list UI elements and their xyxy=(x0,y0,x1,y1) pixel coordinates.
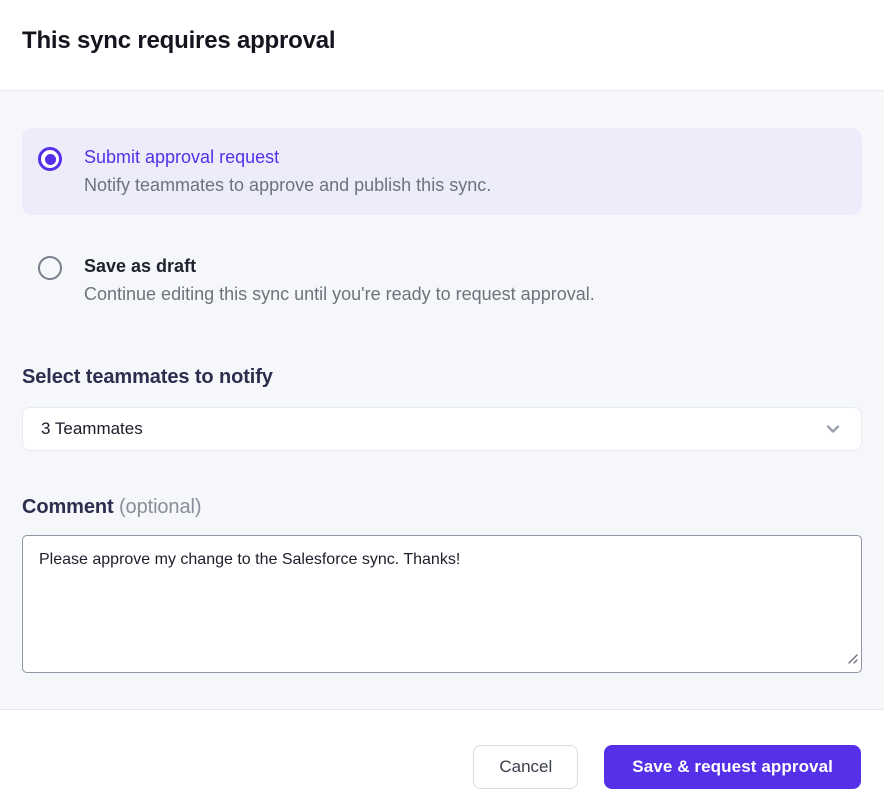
resize-handle-icon[interactable] xyxy=(845,651,859,670)
option-label: Submit approval request xyxy=(84,144,491,170)
option-label: Save as draft xyxy=(84,253,595,279)
comment-section-label: Comment (optional) xyxy=(22,494,862,520)
teammates-section-label: Select teammates to notify xyxy=(22,364,862,390)
comment-optional-text: (optional) xyxy=(119,496,201,518)
modal-footer: Cancel Save & request approval xyxy=(0,710,884,811)
option-description: Notify teammates to approve and publish … xyxy=(84,172,491,199)
modal-title: This sync requires approval xyxy=(22,25,862,57)
option-save-as-draft[interactable]: Save as draft Continue editing this sync… xyxy=(22,237,862,324)
radio-unselected-icon[interactable] xyxy=(38,256,62,280)
option-text: Submit approval request Notify teammates… xyxy=(84,144,491,199)
option-submit-approval-request[interactable]: Submit approval request Notify teammates… xyxy=(22,128,862,215)
option-description: Continue editing this sync until you're … xyxy=(84,281,595,308)
teammates-select-value: 3 Teammates xyxy=(41,419,143,439)
comment-textarea-wrap: Please approve my change to the Salesfor… xyxy=(22,535,862,673)
radio-selected-icon[interactable] xyxy=(38,147,62,171)
save-request-approval-button[interactable]: Save & request approval xyxy=(604,745,861,789)
cancel-button[interactable]: Cancel xyxy=(473,745,578,789)
comment-textarea[interactable]: Please approve my change to the Salesfor… xyxy=(22,535,862,673)
chevron-down-icon xyxy=(823,419,843,439)
comment-label-text: Comment xyxy=(22,496,114,518)
modal-body: Submit approval request Notify teammates… xyxy=(0,91,884,710)
approval-modal: This sync requires approval Submit appro… xyxy=(0,0,884,806)
option-text: Save as draft Continue editing this sync… xyxy=(84,253,595,308)
modal-header: This sync requires approval xyxy=(0,0,884,91)
teammates-select[interactable]: 3 Teammates xyxy=(22,407,862,451)
